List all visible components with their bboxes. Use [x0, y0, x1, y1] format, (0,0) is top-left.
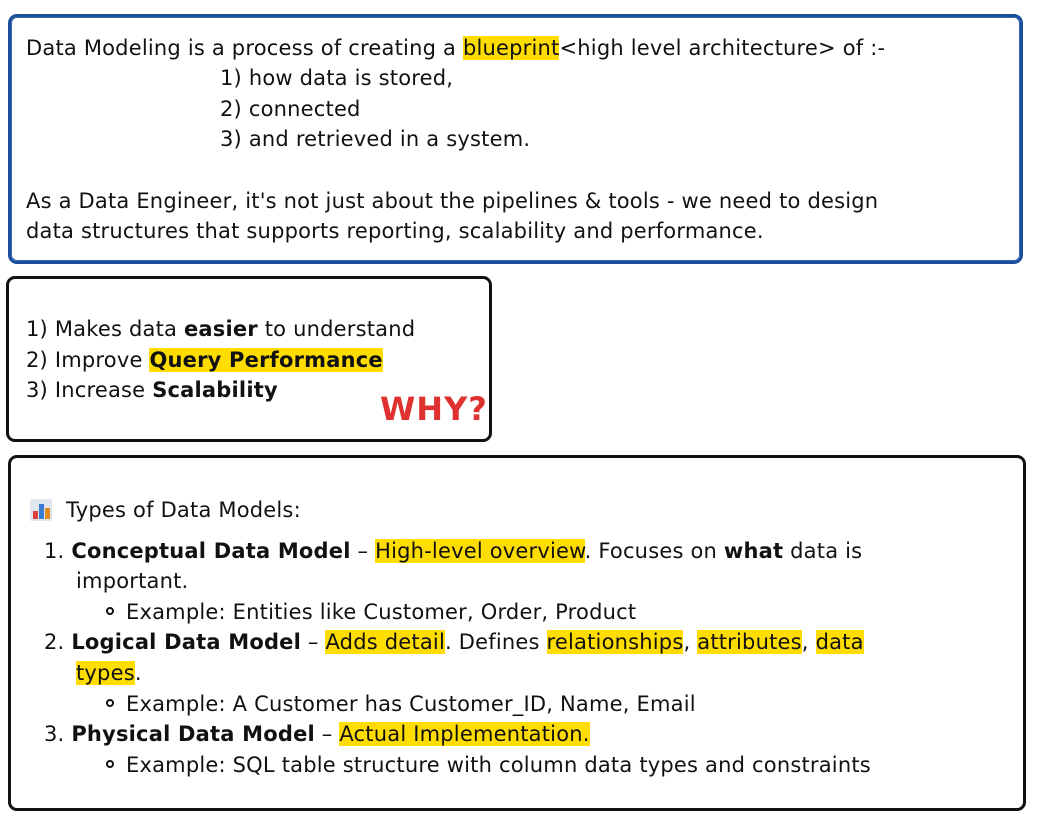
definition-item-2: 2) connected [220, 97, 361, 121]
reason-1-text: 1) Makes data [26, 317, 184, 341]
model-3-line: 3. Physical Data Model – Actual Implemen… [44, 719, 590, 749]
bullet-icon [106, 607, 114, 615]
reason-1-end: to understand [257, 317, 416, 341]
definition-text-end: <high level architecture> of :- [559, 36, 886, 60]
model-2-number: 2. [44, 630, 65, 654]
model-1-line: 1. Conceptual Data Model – High-level ov… [44, 536, 862, 566]
model-2-highlight: Adds detail [325, 630, 445, 654]
why-annotation: WHY? [380, 390, 488, 428]
model-2-period: . [134, 661, 142, 685]
model-1-continuation: important. [76, 569, 189, 593]
model-2-dash: – [301, 630, 326, 654]
definition-item-3: 3) and retrieved in a system. [220, 127, 531, 151]
definition-line: Data Modeling is a process of creating a… [26, 33, 885, 63]
definition-text: Data Modeling is a process of creating a [26, 36, 463, 60]
model-2-continuation: types. [76, 658, 142, 688]
model-2-line: 2. Logical Data Model – Adds detail. Def… [44, 627, 864, 657]
blueprint-highlight: blueprint [462, 36, 560, 60]
model-1-what: what [723, 539, 784, 563]
reason-1-bold: easier [183, 317, 258, 341]
definition-item-1: 1) how data is stored, [220, 66, 454, 90]
reason-3-bold: Scalability [152, 378, 278, 402]
model-1-name: Conceptual Data Model [71, 539, 351, 563]
model-3-highlight: Actual Implementation. [339, 722, 590, 746]
reason-3: 3) Increase Scalability [26, 375, 278, 405]
bullet-icon [106, 760, 114, 768]
reason-2: 2) Improve Query Performance [26, 345, 383, 375]
model-1-highlight: High-level overview [375, 539, 585, 563]
data-types-highlight: data [815, 630, 864, 654]
reason-1: 1) Makes data easier to understand [26, 314, 415, 344]
model-2-comma: , [683, 630, 698, 654]
model-3-example: Example: SQL table structure with column… [126, 753, 871, 777]
types-highlight: types [76, 661, 135, 685]
model-1-example: Example: Entities like Customer, Order, … [126, 600, 637, 624]
model-2-name: Logical Data Model [71, 630, 302, 654]
model-1-number: 1. [44, 539, 65, 563]
model-1-dash: – [350, 539, 376, 563]
model-3-name: Physical Data Model [71, 722, 315, 746]
model-2-text: . Defines [444, 630, 547, 654]
bar-chart-icon [30, 499, 52, 521]
engineer-paragraph-line-2: data structures that supports reporting,… [26, 219, 764, 243]
relationships-highlight: relationships [546, 630, 684, 654]
query-performance-highlight: Query Performance [149, 348, 383, 372]
model-2-comma-2: , [801, 630, 816, 654]
bullet-icon [106, 699, 114, 707]
model-3-dash: – [314, 722, 340, 746]
attributes-highlight: attributes [697, 630, 802, 654]
model-1-text: . Focuses on [584, 539, 724, 563]
model-1-text-end: data is [783, 539, 863, 563]
model-2-example: Example: A Customer has Customer_ID, Nam… [126, 692, 696, 716]
types-title: Types of Data Models: [66, 498, 301, 522]
engineer-paragraph-line-1: As a Data Engineer, it's not just about … [26, 189, 879, 213]
reason-3-text: 3) Increase [26, 378, 153, 402]
reason-2-text: 2) Improve [26, 348, 150, 372]
model-3-number: 3. [44, 722, 65, 746]
